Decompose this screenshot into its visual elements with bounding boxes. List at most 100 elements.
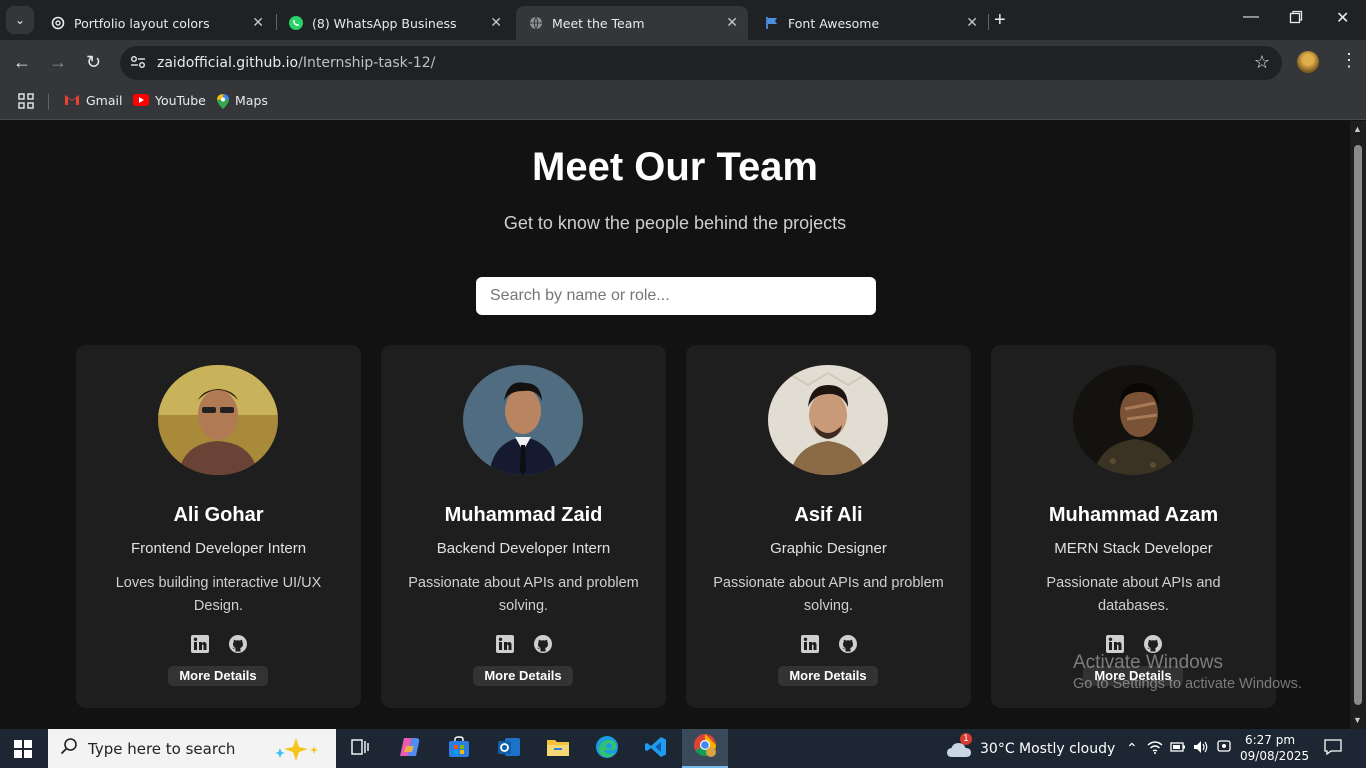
github-icon[interactable] [838,635,857,653]
chevron-up-icon[interactable]: ⌃ [1126,741,1138,757]
bookmark-youtube[interactable]: YouTube [133,93,206,108]
page-title: Meet Our Team [532,145,818,189]
more-details-button[interactable]: More Details [168,666,268,686]
linkedin-icon[interactable] [800,635,819,653]
page-scrollbar[interactable]: ▲ ▼ [1350,121,1366,729]
tab-title: Portfolio layout colors [74,15,210,31]
clock-date: 09/08/2025 [1240,749,1310,763]
scrollbar-thumb[interactable] [1354,145,1362,705]
start-button[interactable] [14,740,32,758]
browser-tab-bar: ⌄ Portfolio layout colors ✕ (8) WhatsApp… [0,0,1366,40]
site-info-icon[interactable] [130,55,150,72]
team-card: Asif Ali Graphic Designer Passionate abo… [686,345,971,708]
github-icon[interactable] [1143,635,1162,653]
more-details-button[interactable]: More Details [778,666,878,686]
notification-icon [1324,738,1342,759]
bookmark-label: Maps [235,93,268,108]
bookmarks-bar: Gmail YouTube Maps [0,86,1366,120]
taskbar-search-placeholder: Type here to search [88,739,236,758]
outlook-icon [497,736,521,763]
bookmark-divider [48,94,49,110]
close-icon[interactable]: ✕ [490,15,502,31]
taskbar-copilot[interactable] [397,736,423,762]
bookmark-star-icon[interactable]: ☆ [1254,52,1270,73]
taskbar-store[interactable] [446,735,472,762]
tab-font-awesome[interactable]: Font Awesome ✕ [752,6,988,40]
taskbar-vscode[interactable] [643,736,669,762]
speaker-icon[interactable] [1193,740,1209,758]
flag-icon [764,15,780,31]
member-role: Backend Developer Intern [436,540,611,557]
team-card: Ali Gohar Frontend Developer Intern Love… [76,345,361,708]
openai-icon [50,15,66,31]
member-name: Muhammad Azam [1048,504,1219,526]
taskbar-chrome[interactable] [682,729,728,768]
reload-icon: ↻ [86,52,102,72]
member-description: Passionate about APIs and problem solvin… [408,575,639,614]
github-icon[interactable] [228,635,247,653]
copilot-icon [398,736,422,763]
tab-meet-the-team[interactable]: Meet the Team ✕ [516,6,748,40]
taskbar-outlook[interactable] [496,736,522,762]
member-description: Passionate about APIs and problem solvin… [713,575,944,614]
bookmark-gmail[interactable]: Gmail [64,93,122,108]
more-details-button[interactable]: More Details [473,666,573,686]
watermark-subtitle: Go to Settings to activate Windows. [1073,676,1302,692]
linkedin-icon[interactable] [495,635,514,653]
windows-taskbar: Type here to search 1 30°C Mostly cloudy… [0,729,1366,768]
restore-button[interactable] [1289,10,1303,29]
weather-widget[interactable]: 1 30°C Mostly cloudy [946,729,1115,768]
close-window-button[interactable]: ✕ [1336,8,1349,28]
minimize-button[interactable]: — [1243,8,1259,26]
tab-whatsapp[interactable]: (8) WhatsApp Business ✕ [276,6,512,40]
clock-time: 6:27 pm [1244,733,1296,747]
taskbar-clock[interactable]: 6:27 pm 09/08/2025 [1240,732,1310,764]
github-icon[interactable] [533,635,552,653]
member-name: Asif Ali [794,504,863,526]
avatar [1073,365,1193,475]
linkedin-icon[interactable] [190,635,209,653]
wifi-icon[interactable] [1147,740,1163,758]
social-links [991,635,1276,653]
plus-icon: + [994,9,1006,31]
task-view-icon [350,738,370,761]
meet-now-icon[interactable] [1216,739,1232,758]
browser-menu-button[interactable]: ⋮ [1340,50,1358,71]
taskbar-search-box[interactable]: Type here to search [48,729,336,768]
tab-portfolio[interactable]: Portfolio layout colors ✕ [38,6,274,40]
taskbar-edge[interactable] [594,735,620,764]
team-search-input[interactable] [476,277,876,315]
tab-search-button[interactable]: ⌄ [6,6,34,34]
close-icon[interactable]: ✕ [966,15,978,31]
page-viewport: Meet Our Team Get to know the people beh… [0,121,1350,729]
address-bar[interactable]: zaidofficial.github.io/Internship-task-1… [120,46,1282,80]
linkedin-icon[interactable] [1105,635,1124,653]
scroll-down-icon[interactable]: ▼ [1353,715,1362,725]
social-links [686,635,971,653]
notifications-button[interactable] [1324,729,1342,768]
scroll-up-icon[interactable]: ▲ [1353,124,1362,134]
bookmark-maps[interactable]: Maps [217,93,268,109]
edge-icon [595,735,619,764]
member-role: Frontend Developer Intern [130,540,307,557]
restore-icon [1289,10,1303,28]
member-role: Graphic Designer [770,540,887,557]
close-icon[interactable]: ✕ [726,15,738,31]
forward-button[interactable]: → [49,52,67,73]
arrow-left-icon: ← [13,52,31,72]
back-button[interactable]: ← [13,52,31,73]
apps-button[interactable] [18,93,34,112]
chrome-icon [692,732,718,763]
taskbar-file-explorer[interactable] [545,736,571,762]
close-icon[interactable]: ✕ [252,15,264,31]
reload-button[interactable]: ↻ [86,52,101,73]
search-highlight-icon [268,736,324,767]
tab-separator [988,14,989,30]
new-tab-button[interactable]: + [994,9,1006,32]
url-text[interactable]: zaidofficial.github.io/Internship-task-1… [157,55,435,71]
folder-icon [546,737,570,762]
battery-icon[interactable] [1170,741,1186,757]
profile-avatar[interactable] [1297,51,1319,73]
globe-icon [528,15,544,31]
task-view-button[interactable] [347,736,373,762]
